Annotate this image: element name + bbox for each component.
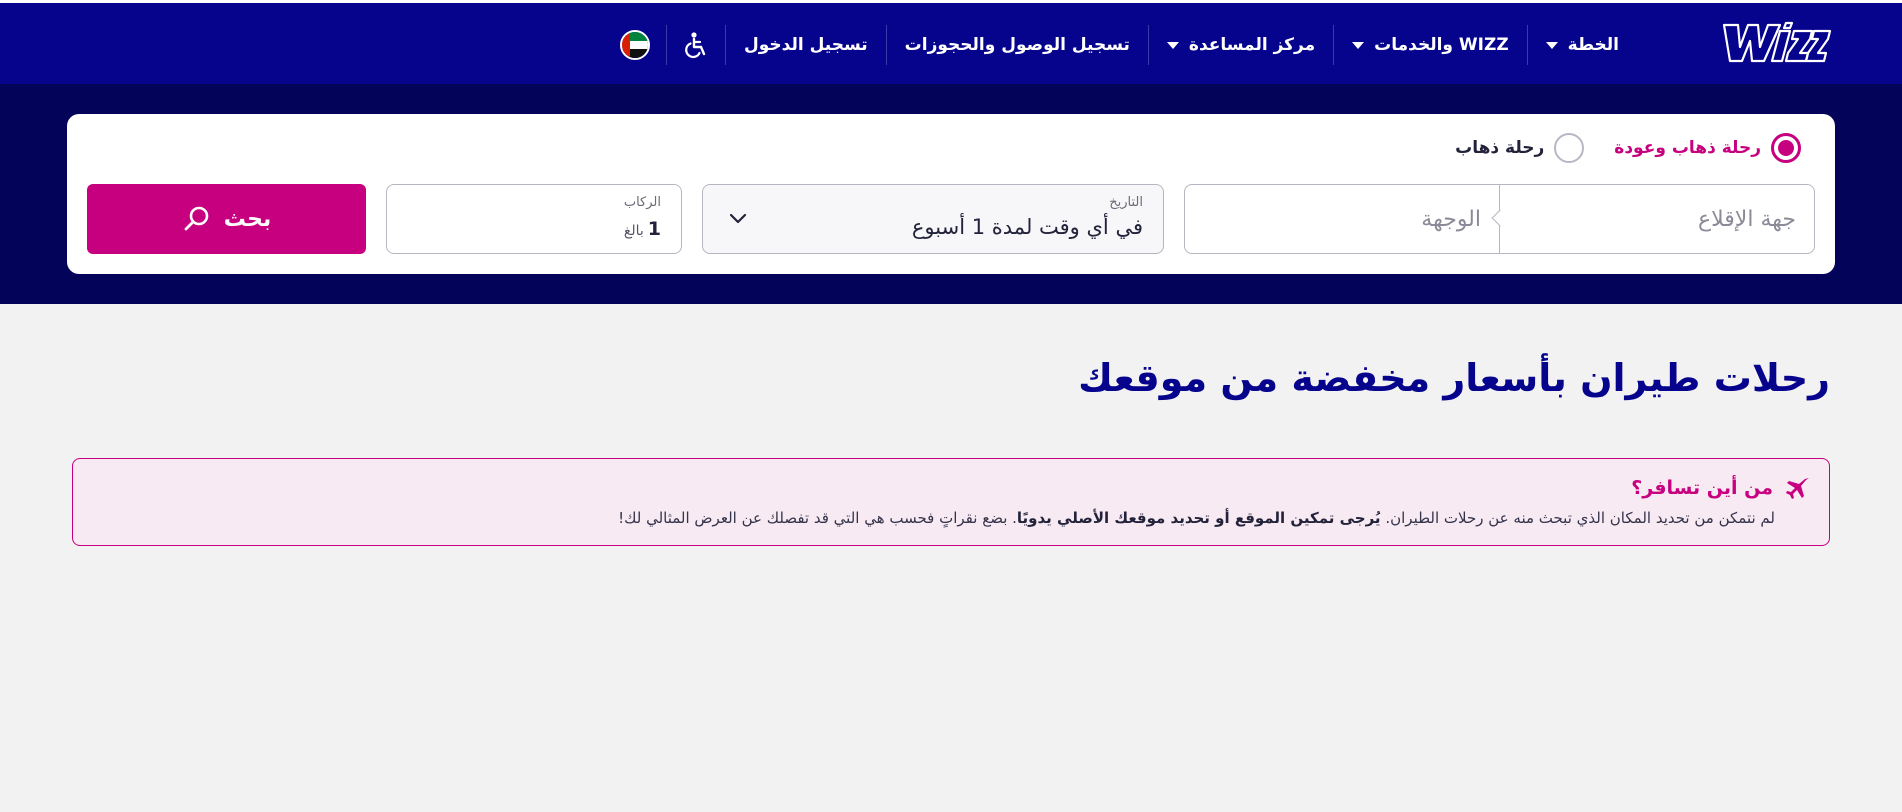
page-title: رحلات طيران بأسعار مخفضة من موقعك [1078, 356, 1830, 400]
wheelchair-icon [685, 32, 706, 59]
destination-placeholder: الوجهة [1421, 206, 1481, 232]
nav-help-center[interactable]: مركز المساعدة [1149, 23, 1333, 67]
uae-flag-icon [620, 30, 650, 60]
wizz-logo[interactable] [1720, 17, 1832, 69]
destination-input[interactable]: الوجهة [1185, 185, 1499, 253]
origin-input[interactable]: جهة الإقلاع [1500, 185, 1814, 253]
nav-plan-label: الخطة [1567, 35, 1619, 55]
radio-checked-icon [1771, 133, 1801, 163]
trip-type-one-way[interactable]: رحلة ذهاب [1455, 133, 1585, 163]
route-divider [1491, 185, 1509, 253]
search-button-label: بحث [223, 206, 272, 232]
top-navigation-bar: الخطة WIZZ والخدمات مركز المساعدة تسجيل … [0, 0, 1902, 84]
nav-divider [1526, 25, 1528, 65]
nav-divider [725, 25, 726, 65]
origin-placeholder: جهة الإقلاع [1698, 206, 1796, 232]
nav-divider [885, 25, 887, 65]
nav-check-in-bookings-label: تسجيل الوصول والحجوزات [904, 35, 1130, 55]
main-nav: الخطة WIZZ والخدمات مركز المساعدة تسجيل … [604, 23, 1637, 67]
route-fields: جهة الإقلاع الوجهة [1184, 184, 1815, 254]
notice-text: لم نتمكن من تحديد المكان الذي تبحث منه ع… [618, 509, 1775, 527]
airplane-icon [1786, 478, 1809, 499]
wizz-logo-icon [1722, 21, 1832, 63]
passengers-label: الركاب [623, 195, 661, 210]
flight-search-card: رحلة ذهاب وعودة رحلة ذهاب جهة الإقلاع ال… [67, 114, 1835, 274]
notice-enable-location-link[interactable]: يُرجى تمكين الموقع أو تحديد موقعك الأصلي… [1017, 509, 1381, 527]
date-label: التاريخ [1109, 195, 1143, 210]
nav-divider [1333, 25, 1335, 65]
trip-type-return[interactable]: رحلة ذهاب وعودة [1614, 133, 1801, 163]
passengers-count: 1 [647, 218, 661, 240]
nav-help-center-label: مركز المساعدة [1188, 35, 1316, 55]
nav-divider [666, 25, 667, 65]
date-value: في أي وقت لمدة 1 أسبوع [911, 215, 1143, 239]
notice-text-part1: لم نتمكن من تحديد المكان الذي تبحث منه ع… [1380, 509, 1775, 527]
search-button[interactable]: بحث [87, 184, 366, 254]
passengers-type: بالغ [623, 223, 644, 239]
nav-wizz-services[interactable]: WIZZ والخدمات [1334, 23, 1527, 67]
nav-check-in-bookings[interactable]: تسجيل الوصول والحجوزات [887, 23, 1148, 67]
nav-sign-in[interactable]: تسجيل الدخول [726, 23, 886, 67]
trip-type-one-way-label: رحلة ذهاب [1455, 138, 1545, 158]
notice-heading-row: من أين تسافر؟ [1631, 475, 1811, 501]
page-title-bold: من موقعك [1078, 356, 1279, 400]
hero-section: رحلة ذهاب وعودة رحلة ذهاب جهة الإقلاع ال… [0, 84, 1902, 304]
passengers-selector[interactable]: الركاب 1 بالغ [386, 184, 682, 254]
language-selector[interactable] [604, 23, 666, 67]
nav-wizz-services-label: WIZZ والخدمات [1374, 35, 1509, 55]
trip-type-selector: رحلة ذهاب وعودة رحلة ذهاب [1455, 132, 1801, 164]
date-selector[interactable]: التاريخ في أي وقت لمدة 1 أسبوع [702, 184, 1164, 254]
chevron-down-icon [1545, 41, 1558, 49]
nav-plan[interactable]: الخطة [1528, 23, 1637, 67]
accessibility-button[interactable] [667, 23, 725, 67]
nav-sign-in-label: تسجيل الدخول [744, 35, 868, 55]
notice-heading: من أين تسافر؟ [1631, 477, 1773, 499]
notice-text-part2: . بضع نقراتٍ فحسب هي التي قد تفصلك عن ال… [618, 509, 1017, 527]
page-title-regular: رحلات طيران بأسعار مخفضة [1278, 356, 1830, 400]
trip-type-return-label: رحلة ذهاب وعودة [1614, 138, 1761, 158]
passengers-value: 1 بالغ [624, 218, 661, 240]
chevron-down-icon [1352, 41, 1365, 49]
chevron-down-icon [729, 213, 747, 224]
radio-unchecked-icon [1554, 133, 1585, 163]
nav-divider [1147, 25, 1149, 65]
location-notice: من أين تسافر؟ لم نتمكن من تحديد المكان ا… [72, 458, 1830, 546]
chevron-down-icon [1166, 41, 1179, 49]
search-icon [184, 206, 209, 231]
